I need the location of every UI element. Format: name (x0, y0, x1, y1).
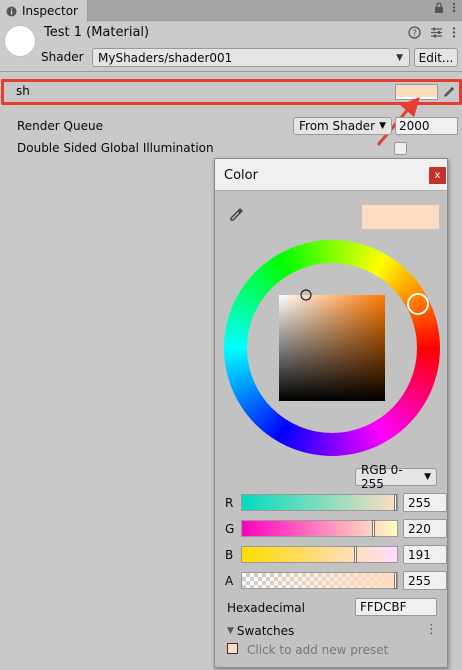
channel-g-row: G 220 (225, 519, 447, 539)
lock-icon[interactable] (434, 2, 444, 16)
eyedropper-icon[interactable] (227, 206, 245, 224)
info-icon (6, 6, 17, 17)
render-queue-mode: From Shader (299, 119, 376, 133)
swatches-foldout[interactable]: ▼ Swatches (227, 624, 294, 638)
shader-dropdown[interactable]: MyShaders/shader001 ▼ (92, 48, 410, 67)
hue-wheel[interactable] (223, 239, 441, 457)
color-window-title: Color (224, 168, 258, 183)
channel-r-handle[interactable] (394, 494, 397, 511)
channel-a-slider[interactable] (241, 572, 398, 589)
channel-b-row: B 191 (225, 545, 447, 565)
render-queue-dropdown[interactable]: From Shader ▼ (293, 117, 392, 135)
color-preview (362, 205, 439, 229)
svg-text:?: ? (412, 29, 417, 39)
channel-a-handle[interactable] (394, 572, 397, 589)
color-mode-value: RGB 0-255 (361, 463, 403, 491)
material-header: Test 1 (Material) ? Shader MyShaders/sha… (0, 22, 462, 72)
swatches-hint: Click to add new preset (247, 643, 389, 657)
chevron-down-icon: ▼ (396, 52, 403, 63)
chevron-down-icon: ▼ (424, 472, 431, 482)
channel-g-slider[interactable] (241, 520, 398, 537)
channel-g-input[interactable]: 220 (403, 519, 447, 538)
channel-r-slider[interactable] (241, 494, 398, 511)
color-picker-window: Color x RGB 0-255 ▼ R 255 G 220 B 191 A … (214, 158, 448, 668)
hex-label: Hexadecimal (227, 601, 305, 615)
close-button[interactable]: x (429, 167, 446, 184)
channel-g-label: G (225, 522, 235, 536)
more-menu-icon[interactable] (452, 2, 456, 16)
swatches-label: Swatches (236, 624, 295, 638)
color-mode-dropdown[interactable]: RGB 0-255 ▼ (355, 463, 437, 491)
channel-a-row: A 255 (225, 571, 447, 591)
render-queue-value-input[interactable]: 2000 (395, 117, 458, 135)
swatch-preset[interactable] (227, 643, 238, 654)
chevron-down-icon: ▼ (379, 121, 386, 131)
double-sided-gi-checkbox[interactable] (394, 142, 407, 155)
hex-input[interactable]: FFDCBF (355, 598, 437, 616)
shader-label: Shader (41, 50, 84, 64)
tab-label: Inspector (22, 4, 78, 18)
channel-r-row: R 255 (225, 493, 447, 513)
kebab-menu-icon[interactable] (452, 26, 456, 42)
double-sided-gi-label: Double Sided Global Illumination (17, 141, 214, 155)
channel-g-handle[interactable] (372, 520, 375, 537)
preset-settings-icon[interactable] (430, 26, 443, 42)
caret-down-icon: ▼ (227, 626, 234, 636)
edit-shader-button[interactable]: Edit... (414, 48, 458, 67)
tab-bar: Inspector (0, 0, 462, 22)
material-title: Test 1 (Material) (44, 25, 150, 40)
material-preview-thumbnail (4, 25, 36, 57)
channel-r-label: R (225, 496, 234, 510)
color-window-titlebar[interactable]: Color x (215, 159, 447, 191)
tab-inspector[interactable]: Inspector (0, 0, 88, 22)
render-queue-label: Render Queue (17, 119, 103, 133)
eyedropper-icon[interactable] (440, 84, 458, 100)
channel-a-label: A (225, 574, 234, 588)
channel-b-label: B (225, 548, 234, 562)
help-icon[interactable]: ? (408, 26, 421, 42)
channel-b-slider[interactable] (241, 546, 398, 563)
swatches-menu-icon[interactable]: ⋮ (425, 622, 438, 637)
channel-b-handle[interactable] (354, 546, 357, 563)
shader-value: MyShaders/shader001 (98, 50, 233, 65)
channel-r-input[interactable]: 255 (403, 493, 447, 512)
property-label: sh (16, 84, 30, 98)
channel-a-input[interactable]: 255 (403, 571, 447, 590)
channel-b-input[interactable]: 191 (403, 545, 447, 564)
